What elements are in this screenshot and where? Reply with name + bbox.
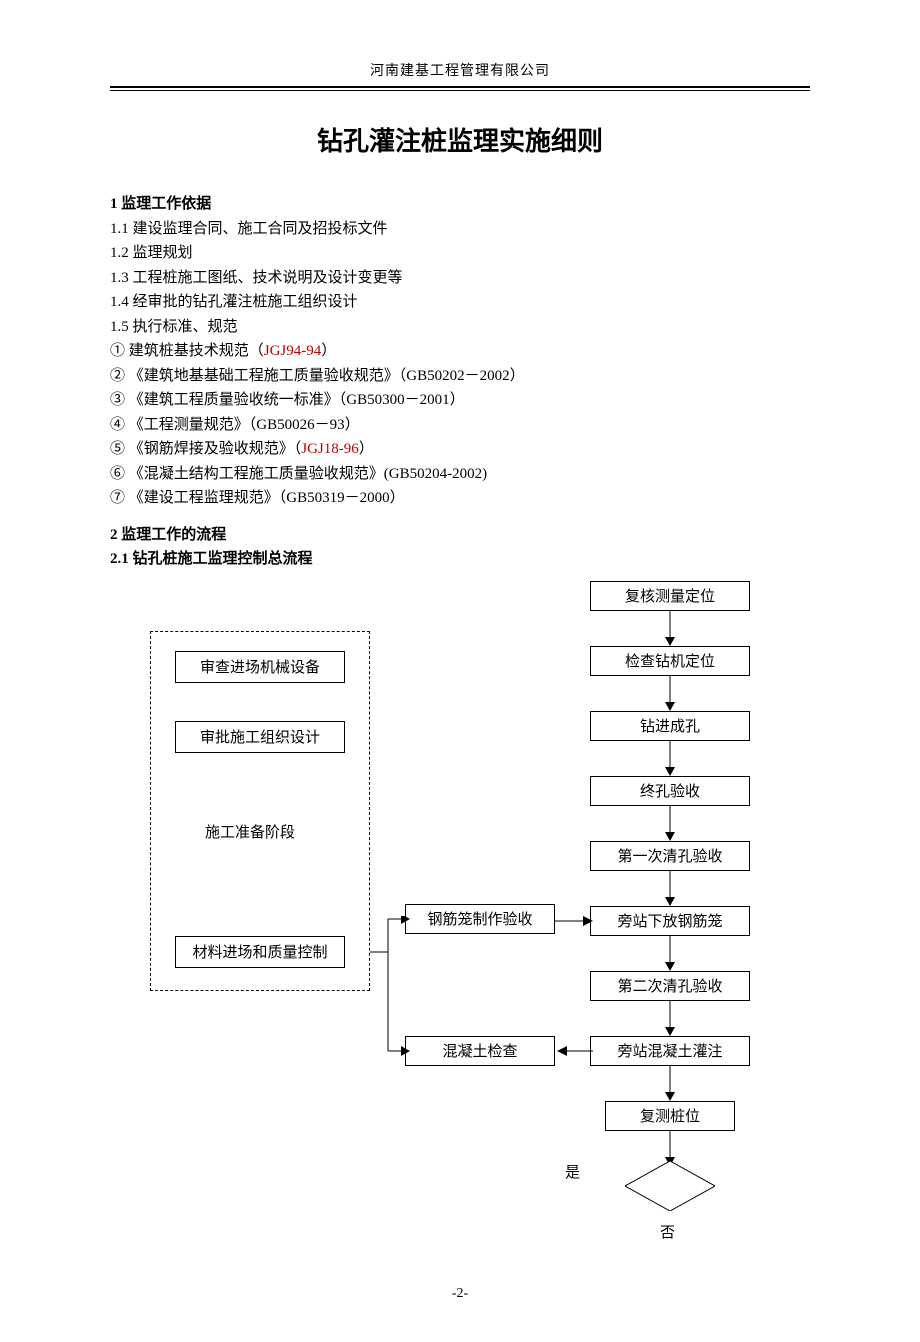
arrow-v-2	[665, 676, 675, 711]
std5-suffix: ）	[359, 441, 374, 457]
flow-box-clean-1: 第一次清孔验收	[590, 841, 750, 871]
company-header: 河南建基工程管理有限公司	[110, 60, 810, 84]
standard-7: ⑦ 《建设工程监理规范》（GB50319－2000）	[110, 487, 810, 510]
std1-prefix: ① 建筑桩基技术规范（	[110, 343, 264, 359]
flow-box-concrete: 旁站混凝土灌注	[590, 1036, 750, 1066]
standard-6: ⑥ 《混凝土结构工程施工质量验收规范》(GB50204-2002)	[110, 463, 810, 486]
standard-4: ④ 《工程测量规范》（GB50026－93）	[110, 414, 810, 437]
label-no: 否	[660, 1221, 675, 1242]
flow-box-clean-2: 第二次清孔验收	[590, 971, 750, 1001]
arrow-v-5	[665, 871, 675, 906]
section-1-heading: 1 监理工作依据	[110, 193, 810, 216]
std5-code: JGJ18-96	[301, 441, 359, 457]
std1-suffix: ）	[321, 343, 336, 359]
line-1-2: 1.2 监理规划	[110, 242, 810, 265]
arrow-v-3	[665, 741, 675, 776]
standard-1: ① 建筑桩基技术规范（JGJ94-94）	[110, 340, 810, 363]
flow-box-drill-position: 检查钻机定位	[590, 646, 750, 676]
page-number: -2-	[110, 1286, 810, 1302]
section-2-1: 2.1 钻孔桩施工监理控制总流程	[110, 548, 810, 571]
arrow-v-4	[665, 806, 675, 841]
flow-box-recheck: 复测桩位	[605, 1101, 735, 1131]
flow-box-concrete-check: 混凝土检查	[405, 1036, 555, 1066]
conn-split	[370, 916, 410, 1056]
arrow-v-6	[665, 936, 675, 971]
document-title: 钻孔灌注桩监理实施细则	[110, 121, 810, 158]
arrow-v-1	[665, 611, 675, 646]
std1-code: JGJ94-94	[264, 343, 322, 359]
std5-prefix: ⑤ 《钢筋焊接及验收规范》（	[110, 441, 301, 457]
flow-box-equipment: 审查进场机械设备	[175, 651, 345, 683]
standard-2: ② 《建筑地基基础工程施工质量验收规范》（GB50202－2002）	[110, 365, 810, 388]
arrow-v-7	[665, 1001, 675, 1036]
flow-box-materials: 材料进场和质量控制	[175, 936, 345, 968]
flow-box-cage: 旁站下放钢筋笼	[590, 906, 750, 936]
standard-5: ⑤ 《钢筋焊接及验收规范》（JGJ18-96）	[110, 438, 810, 461]
decision-diamond	[625, 1161, 715, 1211]
flow-box-cage-accept: 钢筋笼制作验收	[405, 904, 555, 934]
standard-3: ③ 《建筑工程质量验收统一标准》（GB50300－2001）	[110, 389, 810, 412]
arrow-cage-right	[555, 914, 595, 928]
line-1-3: 1.3 工程桩施工图纸、技术说明及设计变更等	[110, 267, 810, 290]
line-1-1: 1.1 建设监理合同、施工合同及招投标文件	[110, 218, 810, 241]
flowchart: 复核测量定位 检查钻机定位 钻进成孔 终孔验收 第一次清孔验收 旁站下放钢筋笼 …	[110, 576, 810, 1246]
line-1-4: 1.4 经审批的钻孔灌注桩施工组织设计	[110, 291, 810, 314]
section-2-heading: 2 监理工作的流程	[110, 524, 810, 547]
arrow-concrete-left	[555, 1044, 595, 1058]
flow-box-drilling: 钻进成孔	[590, 711, 750, 741]
flow-box-measure: 复核测量定位	[590, 581, 750, 611]
arrow-v-8	[665, 1066, 675, 1101]
page: 河南建基工程管理有限公司 钻孔灌注桩监理实施细则 1 监理工作依据 1.1 建设…	[0, 0, 920, 1342]
flow-box-approve-design: 审批施工组织设计	[175, 721, 345, 753]
flow-box-final-hole: 终孔验收	[590, 776, 750, 806]
header-rule	[110, 86, 810, 91]
line-1-5: 1.5 执行标准、规范	[110, 316, 810, 339]
phase-label: 施工准备阶段	[205, 821, 295, 842]
label-yes: 是	[565, 1161, 580, 1182]
